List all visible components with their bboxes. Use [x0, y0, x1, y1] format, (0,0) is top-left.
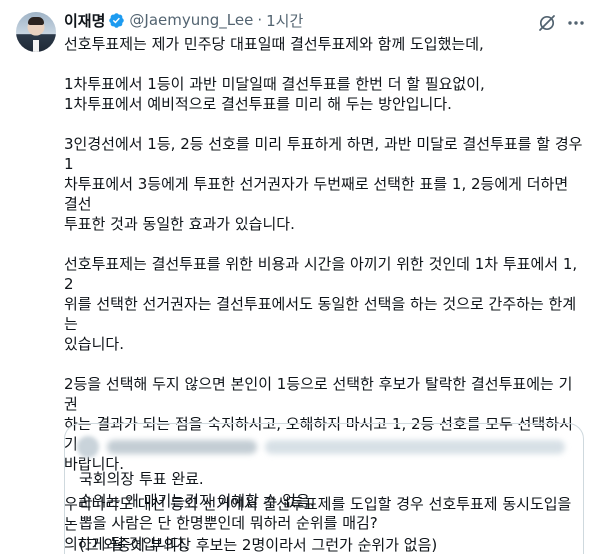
tweet-paragraph: 선호투표제는 결선투표를 위한 비용과 시간을 아끼기 위한 것인데 1차 투표… — [64, 255, 578, 353]
display-name[interactable]: 이재명 — [64, 10, 105, 31]
quoted-line: 국회의장 투표 완료. — [79, 470, 204, 488]
quoted-line: 순위는 왜 매기는건지 이해할 수 없음. — [79, 492, 315, 510]
quoted-meta-blurred — [265, 440, 565, 454]
tweet-header: 이재명 @Jaemyung_Lee · 1시간 — [64, 9, 303, 31]
quoted-line: 뽑을 사람은 단 한명뿐인데 뭐하러 순위를 매김? — [79, 514, 378, 532]
quoted-name-blurred — [107, 440, 257, 454]
quoted-tweet-header-blurred — [77, 436, 567, 458]
verified-badge-icon — [109, 12, 125, 28]
timestamp[interactable]: 1시간 — [266, 10, 303, 31]
separator-dot: · — [257, 11, 263, 29]
avatar-shirt — [33, 40, 39, 52]
more-options-icon[interactable] — [566, 13, 586, 33]
avatar-hair — [28, 17, 44, 25]
grok-icon[interactable] — [537, 13, 557, 33]
tweet-paragraph: 3인경선에서 1등, 2등 선호를 미리 투표하게 하면, 과반 미달로 결선투… — [64, 135, 583, 233]
quoted-line: (그 와중에 부의장 후보는 2명이라서 그런가 순위가 없음) — [79, 536, 438, 554]
tweet-paragraph: 선호투표제는 제가 민주당 대표일때 결선투표제와 함께 도입했는데, — [64, 35, 484, 53]
quoted-tweet-card[interactable]: 국회의장 투표 완료. 순위는 왜 매기는건지 이해할 수 없음. 뽑을 사람은… — [64, 423, 584, 554]
tweet-paragraph: 1차투표에서 1등이 과반 미달일때 결선투표를 한번 더 할 필요없이, 1차… — [64, 75, 485, 113]
user-handle[interactable]: @Jaemyung_Lee — [129, 11, 253, 29]
quoted-avatar-blurred — [77, 436, 99, 458]
quoted-tweet-text: 국회의장 투표 완료. 순위는 왜 매기는건지 이해할 수 없음. 뽑을 사람은… — [79, 468, 574, 554]
avatar[interactable] — [16, 12, 56, 52]
